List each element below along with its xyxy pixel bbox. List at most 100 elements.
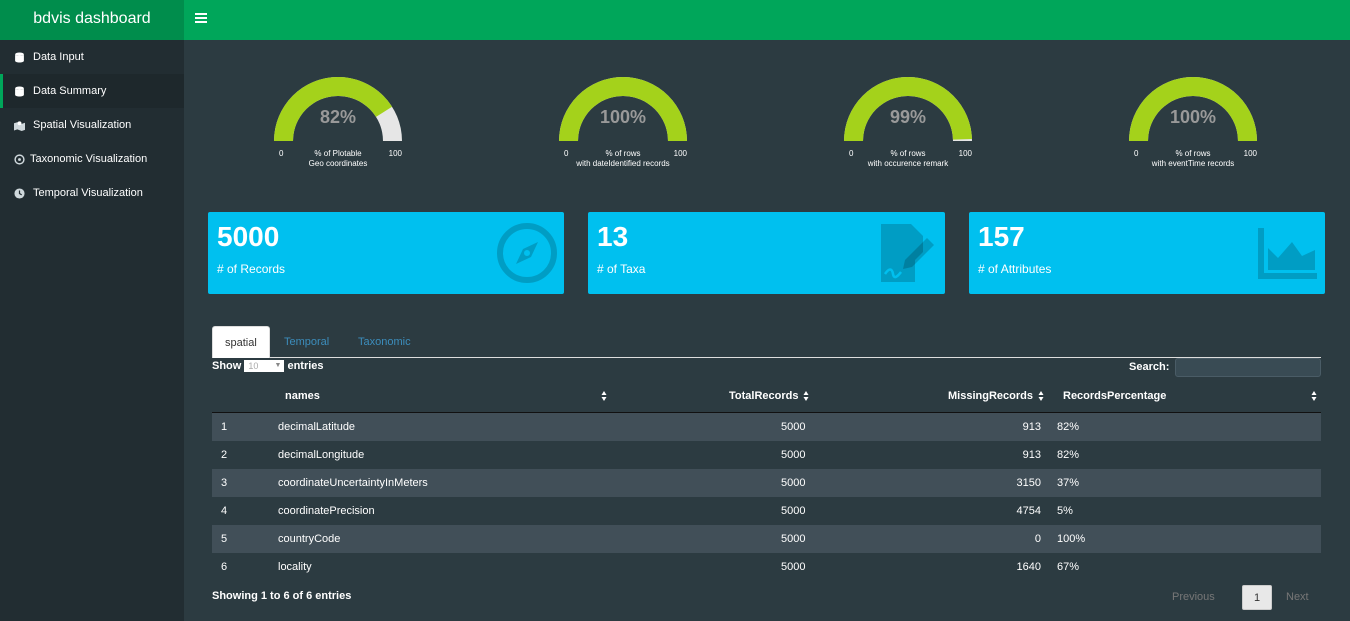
cell-missing-records: 3150 <box>1016 477 1041 489</box>
cell-index: 2 <box>221 449 228 461</box>
table-length-control: Show 10 ▼ entries <box>212 360 324 373</box>
pagination-next[interactable]: Next <box>1286 585 1309 610</box>
area-chart-icon <box>1258 228 1317 279</box>
page-length-value: 10 <box>248 361 259 372</box>
sort-icon[interactable] <box>803 390 809 402</box>
main-content: 82% 0 100 % of Plotable Geo coordinates 1… <box>184 40 1350 621</box>
sort-icon[interactable] <box>1038 390 1044 402</box>
cell-index: 6 <box>221 561 228 573</box>
cell-index: 3 <box>221 477 228 489</box>
file-signature-icon <box>881 224 934 282</box>
sidebar-item-taxonomic-visualization[interactable]: Taxonomic Visualization <box>0 142 184 176</box>
gauge-occurence-remark: 99% 0 100 % of rows with occurence remark <box>838 59 978 168</box>
sidebar-toggle-icon[interactable] <box>195 13 207 25</box>
cell-records-percentage: 67% <box>1057 561 1080 573</box>
pagination-previous[interactable]: Previous <box>1172 585 1215 610</box>
table-row[interactable]: 1 decimalLatitude 5000 913 82% <box>212 413 1321 441</box>
cell-total-records: 5000 <box>781 533 806 545</box>
table-row[interactable]: 6 locality 5000 1640 67% <box>212 553 1321 581</box>
cell-index: 4 <box>221 505 228 517</box>
cell-name: coordinateUncertaintyInMeters <box>278 477 428 489</box>
sidebar-item-temporal-visualization[interactable]: Temporal Visualization <box>0 176 184 210</box>
gauge-label-line1: % of rows <box>605 149 641 158</box>
sidebar-item-label: Spatial Visualization <box>33 119 132 131</box>
gauge-label-line2: with dateIdentified records <box>576 159 670 168</box>
sidebar: Data Input Data Summary Spatial Visualiz… <box>0 40 184 621</box>
gauge-value: 82% <box>319 107 357 127</box>
sort-icon[interactable] <box>1311 390 1317 402</box>
cell-missing-records: 1640 <box>1016 561 1041 573</box>
tab-spatial[interactable]: spatial <box>212 326 270 358</box>
table-row[interactable]: 4 coordinatePrecision 5000 4754 5% <box>212 497 1321 525</box>
column-header-missing-records[interactable]: MissingRecords <box>948 381 1033 411</box>
gauge-label: % of rows with dateIdentified records <box>553 149 693 169</box>
cell-name: locality <box>278 561 312 573</box>
tab-taxonomic[interactable]: Taxonomic <box>358 326 411 358</box>
cell-missing-records: 913 <box>1022 421 1041 433</box>
sidebar-item-label: Temporal Visualization <box>33 187 143 199</box>
gauge-label: % of Plotable Geo coordinates <box>268 149 408 169</box>
cell-name: countryCode <box>278 533 341 545</box>
cell-name: decimalLatitude <box>278 421 356 433</box>
gauge-value: 99% <box>889 107 927 127</box>
gauge-label-line1: % of Plotable <box>314 149 362 158</box>
summary-table: names TotalRecords MissingRecords Record… <box>212 381 1321 581</box>
cell-records-percentage: 82% <box>1057 421 1080 433</box>
cell-missing-records: 0 <box>1034 533 1041 545</box>
sort-icon[interactable] <box>601 390 607 402</box>
table-header: names TotalRecords MissingRecords Record… <box>212 381 1321 413</box>
table-row[interactable]: 2 decimalLongitude 5000 913 82% <box>212 441 1321 469</box>
cell-missing-records: 4754 <box>1016 505 1041 517</box>
search-label: Search: <box>1129 361 1170 373</box>
gauge-arc <box>1129 76 1257 141</box>
cell-name: coordinatePrecision <box>278 505 375 517</box>
table-row[interactable]: 5 countryCode 5000 0 100% <box>212 525 1321 553</box>
cell-name: decimalLongitude <box>278 449 365 461</box>
value-box-number: 13 <box>597 221 629 252</box>
gauge-value: 100% <box>1169 107 1217 127</box>
cell-records-percentage: 5% <box>1057 505 1073 517</box>
brand-logo[interactable]: bdvis dashboard <box>0 0 184 40</box>
sidebar-item-data-summary[interactable]: Data Summary <box>0 74 184 108</box>
top-navbar: bdvis dashboard <box>0 0 1350 40</box>
map-icon <box>14 121 25 131</box>
gauge-label-line2: with occurence remark <box>867 159 949 168</box>
gauge-arc <box>844 76 972 141</box>
sidebar-item-label: Data Input <box>33 51 84 63</box>
chevron-down-icon: ▼ <box>274 362 282 370</box>
gauge-label-line2: Geo coordinates <box>308 159 368 168</box>
pagination-page-1[interactable]: 1 <box>1242 585 1272 610</box>
column-header-names[interactable]: names <box>285 381 320 411</box>
cell-total-records: 5000 <box>781 477 806 489</box>
search-input[interactable] <box>1175 358 1321 377</box>
compass-icon <box>497 223 557 283</box>
cell-records-percentage: 37% <box>1057 477 1080 489</box>
page-length-select[interactable]: 10 ▼ <box>244 360 285 373</box>
gauge-label-line2: with eventTime records <box>1151 159 1235 168</box>
value-box-label: # of Attributes <box>978 262 1052 276</box>
clock-icon <box>14 188 25 199</box>
cell-index: 5 <box>221 533 228 545</box>
sidebar-item-spatial-visualization[interactable]: Spatial Visualization <box>0 108 184 142</box>
gauge-date-identified: 100% 0 100 % of rows with dateIdentified … <box>553 59 693 168</box>
sidebar-item-label: Taxonomic Visualization <box>30 153 148 165</box>
database-icon <box>15 52 24 63</box>
tab-temporal[interactable]: Temporal <box>284 326 329 358</box>
gauge-label-line1: % of rows <box>890 149 926 158</box>
cell-records-percentage: 82% <box>1057 449 1080 461</box>
show-label: Show <box>212 360 242 372</box>
gauge-label: % of rows with eventTime records <box>1123 149 1263 169</box>
value-box-label: # of Records <box>217 262 286 276</box>
gauge-event-time: 100% 0 100 % of rows with eventTime recor… <box>1123 59 1263 168</box>
column-header-total-records[interactable]: TotalRecords <box>729 381 798 411</box>
sidebar-item-label: Data Summary <box>33 85 107 97</box>
table-info: Showing 1 to 6 of 6 entries <box>212 590 352 602</box>
table-row[interactable]: 3 coordinateUncertaintyInMeters 5000 315… <box>212 469 1321 497</box>
sidebar-item-data-input[interactable]: Data Input <box>0 40 184 74</box>
gauge-label-line1: % of rows <box>1175 149 1211 158</box>
tree-icon <box>14 154 25 165</box>
cell-total-records: 5000 <box>781 421 806 433</box>
column-header-records-percentage[interactable]: RecordsPercentage <box>1063 381 1166 411</box>
value-box-taxa: 13 # of Taxa <box>588 212 945 294</box>
cell-index: 1 <box>221 421 228 433</box>
